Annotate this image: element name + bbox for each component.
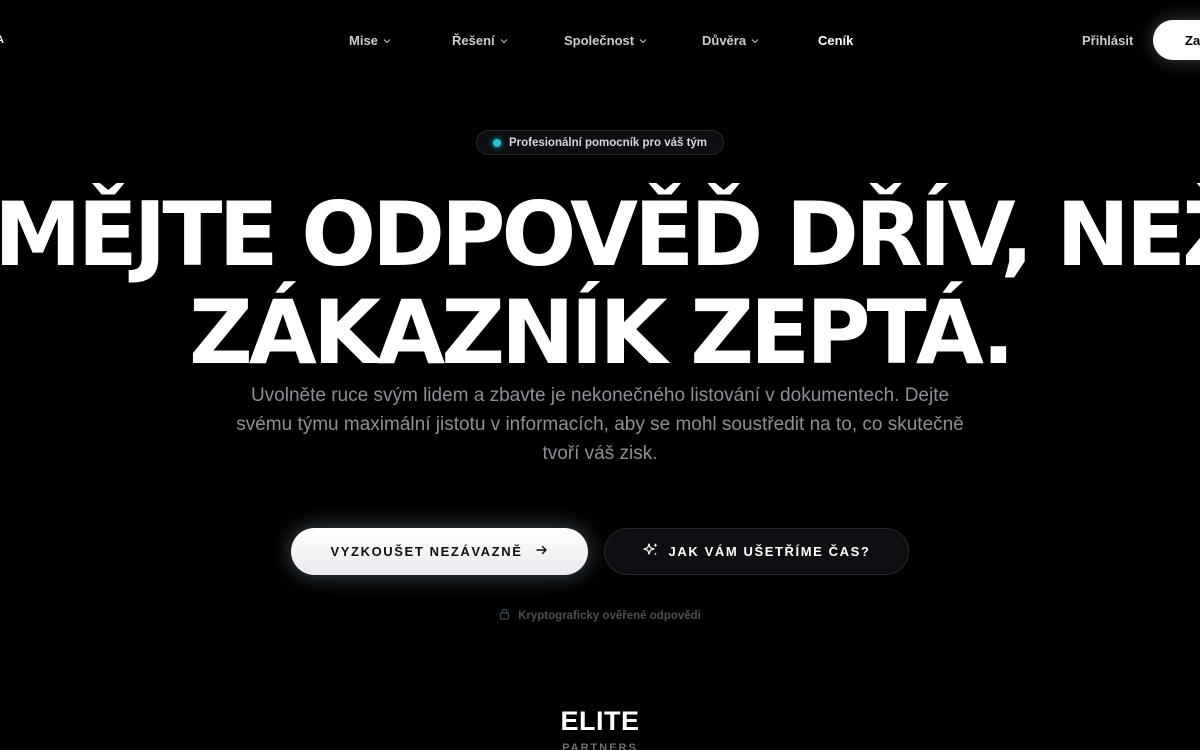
- nav-item-label: Řešení: [452, 33, 495, 48]
- lock-icon: [499, 608, 510, 623]
- try-free-button-label: VYZKOUŠET NEZÁVAZNĚ: [330, 544, 523, 559]
- sparkles-icon: [642, 542, 659, 561]
- nav-item-cenik[interactable]: Ceník: [818, 33, 853, 48]
- hero-subtitle: Uvolněte ruce svým lidem a zbavte je nek…: [236, 385, 964, 464]
- nav-item-spolecnost[interactable]: Společnost: [564, 33, 647, 48]
- page: A Mise Řešení Společnost Důvěra: [0, 0, 1200, 750]
- main-nav: Mise Řešení Společnost Důvěra Ceník Přih…: [0, 0, 1200, 82]
- section-subtitle: PARTNERS: [562, 742, 638, 750]
- verified-note-label: Kryptograficky ověřené odpovědi: [518, 609, 701, 622]
- status-dot-icon: [492, 138, 501, 147]
- how-we-save-time-label: JAK VÁM UŠETŘÍME ČAS?: [668, 544, 871, 559]
- nav-item-label: Mise: [349, 33, 378, 48]
- login-link[interactable]: Přihlásit: [1082, 33, 1133, 48]
- hero-badge-label: Profesionální pomocník pro váš tým: [508, 136, 708, 149]
- nav-item-label: Společnost: [564, 33, 635, 48]
- how-we-save-time-button[interactable]: JAK VÁM UŠETŘÍME ČAS?: [604, 528, 909, 575]
- chevron-down-icon: [639, 37, 647, 45]
- chevron-down-icon: [751, 37, 759, 45]
- arrow-right-icon: [536, 544, 548, 559]
- chevron-down-icon: [500, 37, 508, 45]
- section-title: ELITE: [560, 706, 640, 736]
- nav-item-mise[interactable]: Mise: [349, 33, 391, 48]
- hero-headline-line-1: MĚJTE ODPOVĚĎ DŘÍV, NEŽ SE: [0, 183, 1200, 286]
- hero-headline: MĚJTE ODPOVĚĎ DŘÍV, NEŽ SE ZÁKAZNÍK ZEPT…: [0, 186, 1200, 382]
- try-free-button[interactable]: VYZKOUŠET NEZÁVAZNĚ: [291, 528, 588, 575]
- nav-item-label: Důvěra: [702, 33, 747, 48]
- nav-item-duvera[interactable]: Důvěra: [702, 33, 759, 48]
- nav-item-reseni[interactable]: Řešení: [452, 33, 508, 48]
- hero-badge: Profesionální pomocník pro váš tým: [476, 130, 724, 155]
- hero-headline-line-2: ZÁKAZNÍK ZEPTÁ.: [188, 281, 1015, 384]
- header-cta-label: Za: [1185, 32, 1200, 48]
- header-cta-button[interactable]: Za: [1153, 20, 1200, 60]
- nav-item-label: Ceník: [818, 33, 854, 48]
- chevron-down-icon: [383, 37, 391, 45]
- verified-note: Kryptograficky ověřené odpovědi: [0, 608, 1200, 623]
